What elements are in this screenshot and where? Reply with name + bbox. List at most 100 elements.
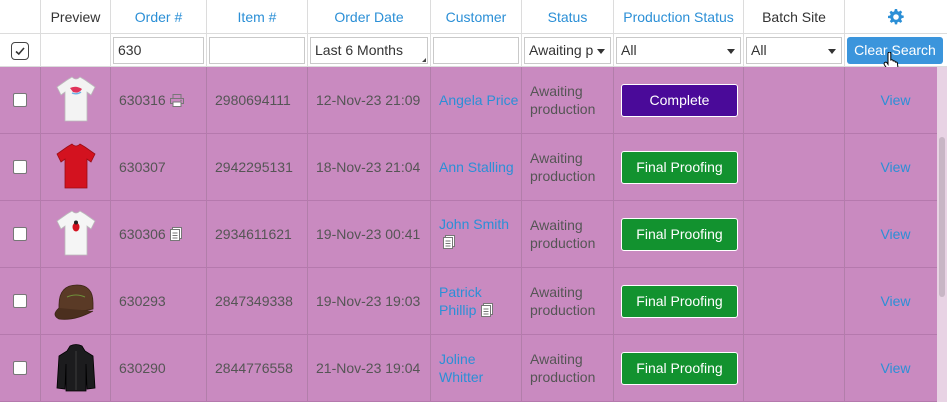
- status-cell: Awaiting production: [522, 335, 614, 401]
- resize-handle-icon[interactable]: [422, 58, 426, 62]
- production-status-button[interactable]: Final Proofing: [621, 284, 738, 318]
- view-link[interactable]: View: [880, 226, 910, 242]
- row-checkbox[interactable]: [13, 93, 27, 107]
- header-order-date[interactable]: Order Date: [308, 0, 431, 34]
- header-settings[interactable]: [845, 0, 947, 34]
- order-filter-input[interactable]: 630: [113, 37, 204, 64]
- order-number: 630307: [119, 159, 166, 175]
- date-cell: 19-Nov-23 00:41: [308, 201, 431, 267]
- header-order-label[interactable]: Order #: [135, 9, 182, 25]
- view-link[interactable]: View: [880, 360, 910, 376]
- status-cell: Awaiting production: [522, 134, 614, 200]
- row-select-cell: [0, 268, 41, 334]
- customer-link[interactable]: Joline Whitter: [431, 350, 491, 386]
- item-number: 2980694111: [215, 92, 291, 108]
- production-status-button[interactable]: Final Proofing: [621, 150, 738, 184]
- header-customer[interactable]: Customer: [431, 0, 522, 34]
- row-select-cell: [0, 335, 41, 401]
- header-preview-label: Preview: [50, 9, 101, 25]
- status-cell: Awaiting production: [522, 268, 614, 334]
- production-status-button[interactable]: Final Proofing: [621, 217, 738, 251]
- row-checkbox[interactable]: [13, 227, 27, 241]
- table-row[interactable]: 630290 2844776558 21-Nov-23 19:04 Joline…: [0, 335, 947, 402]
- header-row: Preview Order # Item # Order Date Custom…: [0, 0, 947, 34]
- header-order[interactable]: Order #: [111, 0, 207, 34]
- customer-filter-cell: [431, 34, 522, 67]
- table-row[interactable]: 630316 2980694111 12-Nov-23 21:09 Angela…: [0, 67, 947, 134]
- item-filter-cell: [207, 34, 308, 67]
- batch-site-filter-select[interactable]: All: [746, 37, 842, 64]
- header-item[interactable]: Item #: [207, 0, 308, 34]
- view-cell: View: [845, 268, 947, 334]
- order-date-filter-value: Last 6 Months: [315, 42, 403, 58]
- date-cell: 21-Nov-23 19:04: [308, 335, 431, 401]
- header-customer-label[interactable]: Customer: [446, 9, 507, 25]
- notes-icon[interactable]: [169, 227, 182, 241]
- select-all-checkbox[interactable]: [11, 41, 29, 60]
- preview-cell: [41, 134, 111, 200]
- customer-cell: John Smith: [431, 201, 522, 267]
- row-checkbox[interactable]: [13, 160, 27, 174]
- table-row[interactable]: 630307 2942295131 18-Nov-23 21:04 Ann St…: [0, 134, 947, 201]
- header-production-status[interactable]: Production Status: [614, 0, 744, 34]
- cap-brown-preview[interactable]: [53, 275, 99, 327]
- tshirt-white-ladybug-preview[interactable]: [53, 208, 99, 260]
- order-date: 21-Nov-23 19:04: [316, 360, 421, 376]
- order-date-filter[interactable]: Last 6 Months: [310, 37, 428, 64]
- notes-icon[interactable]: [443, 235, 455, 249]
- tshirt-white-preview[interactable]: [53, 74, 99, 126]
- header-status-label[interactable]: Status: [548, 9, 588, 25]
- production-status-button[interactable]: Final Proofing: [621, 351, 738, 385]
- gear-icon[interactable]: [888, 9, 904, 25]
- header-batch-site: Batch Site: [744, 0, 845, 34]
- customer-filter-input[interactable]: [433, 37, 519, 64]
- table-row[interactable]: 630293 2847349338 19-Nov-23 19:03 Patric…: [0, 268, 947, 335]
- item-filter-input[interactable]: [209, 37, 305, 64]
- view-link[interactable]: View: [880, 92, 910, 108]
- item-cell: 2934611621: [207, 201, 308, 267]
- order-number: 630316: [119, 92, 166, 108]
- production-cell: Final Proofing: [614, 134, 744, 200]
- production-status-button[interactable]: Complete: [621, 83, 738, 117]
- order-number: 630290: [119, 360, 166, 376]
- row-checkbox[interactable]: [13, 361, 27, 375]
- status-text: Awaiting production: [530, 217, 596, 251]
- vertical-scrollbar[interactable]: [937, 67, 947, 402]
- row-checkbox[interactable]: [13, 294, 27, 308]
- header-production-status-label[interactable]: Production Status: [623, 9, 734, 25]
- tshirt-red-preview[interactable]: [53, 141, 99, 193]
- scrollbar-thumb[interactable]: [939, 137, 945, 297]
- view-link[interactable]: View: [880, 293, 910, 309]
- production-status-filter-select[interactable]: All: [616, 37, 741, 64]
- header-order-date-label[interactable]: Order Date: [334, 9, 403, 25]
- jacket-black-preview[interactable]: [53, 342, 99, 394]
- view-link[interactable]: View: [880, 159, 910, 175]
- item-cell: 2844776558: [207, 335, 308, 401]
- notes-icon[interactable]: [481, 303, 493, 317]
- check-icon: [15, 46, 25, 55]
- item-cell: 2980694111: [207, 67, 308, 133]
- item-number: 2942295131: [215, 159, 293, 175]
- printer-icon[interactable]: [169, 93, 184, 107]
- batch-cell: [744, 134, 845, 200]
- chevron-down-icon: [597, 49, 605, 54]
- header-status[interactable]: Status: [522, 0, 614, 34]
- table-row[interactable]: 630306 2934611621 19-Nov-23 00:41 John S…: [0, 201, 947, 268]
- customer-cell: Joline Whitter: [431, 335, 522, 401]
- header-item-label[interactable]: Item #: [238, 9, 277, 25]
- clear-search-cell: Clear Search: [845, 34, 947, 74]
- customer-link[interactable]: Angela Price: [431, 91, 518, 109]
- production-cell: Complete: [614, 67, 744, 133]
- batch-cell: [744, 335, 845, 401]
- status-filter-select[interactable]: Awaiting p: [524, 37, 611, 64]
- order-cell: 630293: [111, 268, 207, 334]
- item-number: 2847349338: [215, 293, 293, 309]
- view-cell: View: [845, 201, 947, 267]
- customer-link[interactable]: John Smith: [439, 215, 509, 233]
- batch-cell: [744, 268, 845, 334]
- chevron-down-icon: [828, 49, 836, 54]
- status-filter-cell: Awaiting p: [522, 34, 614, 67]
- preview-cell: [41, 335, 111, 401]
- chevron-down-icon: [727, 49, 735, 54]
- customer-link[interactable]: Ann Stalling: [431, 158, 514, 176]
